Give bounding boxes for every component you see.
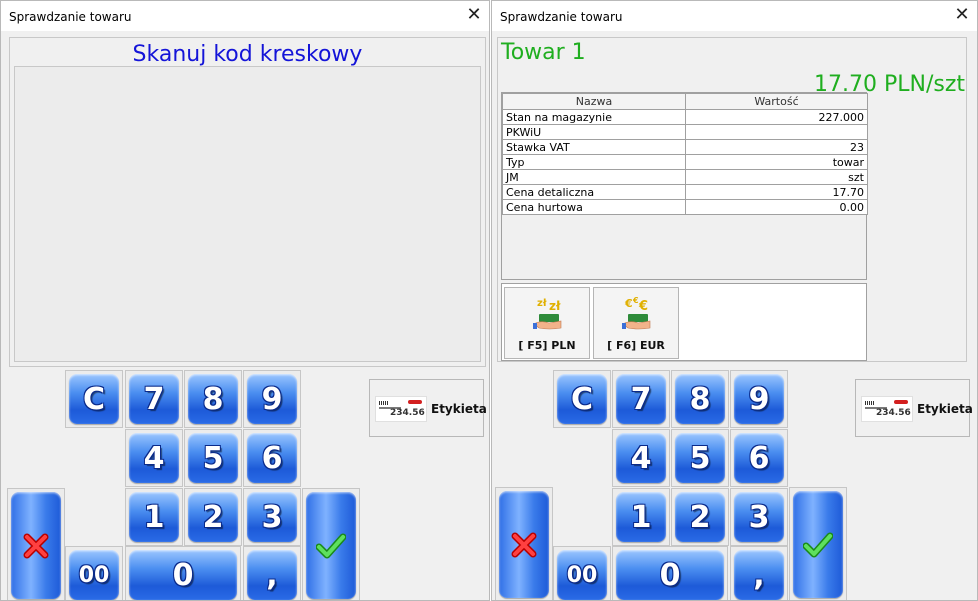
row-name: JM — [502, 169, 686, 185]
cancel-button[interactable] — [495, 487, 553, 600]
svg-text:€: € — [638, 299, 648, 314]
title-bar: Sprawdzanie towaru ✕ — [1, 1, 489, 31]
row-name: Cena hurtowa — [502, 199, 686, 215]
key-6[interactable]: 6 — [243, 429, 301, 487]
price-tag-icon: 234.56 — [861, 396, 913, 422]
eur-money-hand-icon: € € € — [622, 296, 651, 330]
price-tag-icon: 234.56 — [375, 396, 427, 422]
table-row[interactable]: Cena hurtowa 0.00 — [502, 199, 868, 215]
cancel-button[interactable] — [7, 488, 65, 600]
column-header-value[interactable]: Wartość — [685, 93, 868, 110]
table-row[interactable]: JM szt — [502, 169, 868, 185]
key-5[interactable]: 5 — [671, 429, 729, 487]
scan-prompt: Skanuj kod kreskowy — [132, 42, 363, 67]
title-bar: Sprawdzanie towaru ✕ — [492, 1, 977, 31]
row-value: towar — [685, 154, 868, 170]
key-4[interactable]: 4 — [612, 429, 670, 487]
table-row[interactable]: Cena detaliczna 17.70 — [502, 184, 868, 200]
pln-button[interactable]: zł zł [ F5] PLN — [504, 287, 590, 359]
red-stripe — [408, 400, 422, 404]
table-row[interactable]: Typ towar — [502, 154, 868, 170]
tag-number: 234.56 — [876, 408, 911, 418]
key-comma[interactable]: , — [730, 546, 788, 600]
red-x-icon — [23, 533, 49, 558]
label-button-text: Etykieta — [917, 402, 973, 416]
key-9[interactable]: 9 — [730, 370, 788, 428]
scan-panel: Skanuj kod kreskowy — [9, 37, 486, 367]
window-title: Sprawdzanie towaru — [500, 10, 623, 24]
row-name: Typ — [502, 154, 686, 170]
close-button[interactable]: ✕ — [953, 6, 971, 24]
row-value: 0.00 — [685, 199, 868, 215]
right-window: Sprawdzanie towaru ✕ Towar 1 17.70 PLN/s… — [491, 0, 978, 601]
product-panel: Towar 1 17.70 PLN/szt Nazwa Wartość Stan… — [497, 37, 967, 362]
column-header-name[interactable]: Nazwa — [502, 93, 686, 110]
label-button-text: Etykieta — [431, 402, 487, 416]
barcode-mark — [865, 401, 875, 405]
barcode-mark — [379, 401, 389, 405]
key-7[interactable]: 7 — [612, 370, 670, 428]
confirm-button[interactable] — [302, 488, 360, 600]
key-2[interactable]: 2 — [671, 488, 729, 546]
pln-money-hand-icon: zł zł — [533, 298, 562, 330]
table-row[interactable]: Stan na magazynie 227.000 — [502, 109, 868, 125]
key-4[interactable]: 4 — [125, 429, 183, 487]
key-00[interactable]: 00 — [65, 546, 123, 600]
svg-text:€: € — [632, 296, 639, 305]
row-value: 23 — [685, 139, 868, 155]
svg-text:€: € — [624, 297, 633, 310]
close-button[interactable]: ✕ — [465, 6, 483, 24]
svg-text:zł: zł — [549, 299, 561, 313]
table-row[interactable]: Stawka VAT 23 — [502, 139, 868, 155]
key-6[interactable]: 6 — [730, 429, 788, 487]
key-2[interactable]: 2 — [184, 488, 242, 546]
key-0[interactable]: 0 — [125, 546, 241, 600]
tag-number: 234.56 — [390, 408, 425, 418]
key-00[interactable]: 00 — [553, 546, 611, 600]
window-title: Sprawdzanie towaru — [9, 10, 132, 24]
row-name: Stawka VAT — [502, 139, 686, 155]
key-3[interactable]: 3 — [730, 488, 788, 546]
key-3[interactable]: 3 — [243, 488, 301, 546]
left-window: Sprawdzanie towaru ✕ Skanuj kod kreskowy… — [0, 0, 490, 601]
row-name: Cena detaliczna — [502, 184, 686, 200]
pln-button-label: [ F5] PLN — [518, 339, 576, 352]
row-value — [685, 124, 868, 140]
key-0[interactable]: 0 — [612, 546, 728, 600]
row-value: 17.70 — [685, 184, 868, 200]
details-table: Nazwa Wartość Stan na magazynie 227.000 P… — [502, 93, 868, 215]
red-x-icon — [511, 532, 537, 557]
product-name: Towar 1 — [501, 40, 586, 65]
svg-text:zł: zł — [537, 298, 547, 309]
label-button[interactable]: 234.56 Etykieta — [855, 379, 973, 437]
product-details-grid: Nazwa Wartość Stan na magazynie 227.000 P… — [501, 92, 868, 280]
key-9[interactable]: 9 — [243, 370, 301, 428]
row-name: PKWiU — [502, 124, 686, 140]
red-stripe — [894, 400, 908, 404]
eur-button[interactable]: € € € [ F6] EUR — [593, 287, 679, 359]
key-clear[interactable]: C — [65, 370, 123, 428]
table-row[interactable]: PKWiU — [502, 124, 868, 140]
key-8[interactable]: 8 — [184, 370, 242, 428]
confirm-button[interactable] — [789, 487, 847, 600]
label-button[interactable]: 234.56 Etykieta — [369, 379, 487, 437]
row-value: 227.000 — [685, 109, 868, 125]
key-5[interactable]: 5 — [184, 429, 242, 487]
key-1[interactable]: 1 — [125, 488, 183, 546]
key-7[interactable]: 7 — [125, 370, 183, 428]
key-clear[interactable]: C — [553, 370, 611, 428]
green-check-icon — [803, 532, 833, 557]
row-name: Stan na magazynie — [502, 109, 686, 125]
key-8[interactable]: 8 — [671, 370, 729, 428]
currency-buttons-area: zł zł [ F5] PLN € € € [ F6] EUR — [501, 283, 867, 361]
scan-result-area — [14, 66, 481, 362]
key-comma[interactable]: , — [243, 546, 301, 600]
key-1[interactable]: 1 — [612, 488, 670, 546]
row-value: szt — [685, 169, 868, 185]
eur-button-label: [ F6] EUR — [607, 339, 665, 352]
green-check-icon — [316, 533, 346, 558]
